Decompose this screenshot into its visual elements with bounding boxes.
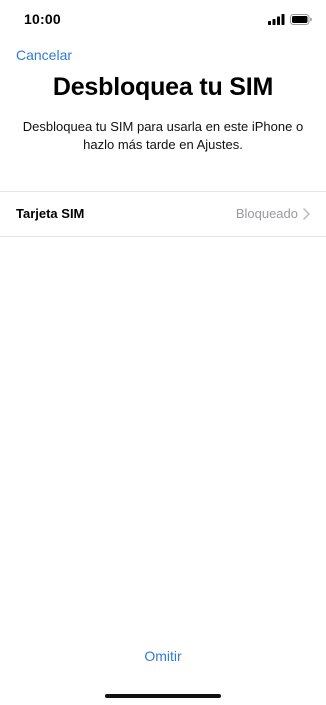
status-icons: [268, 13, 312, 25]
page-title: Desbloquea tu SIM: [52, 73, 274, 101]
home-indicator[interactable]: [105, 694, 221, 698]
page-description: Desbloquea tu SIM para usarla en este iP…: [22, 119, 304, 152]
sim-card-row[interactable]: Tarjeta SIM Bloqueado: [0, 191, 326, 237]
sim-card-label: Tarjeta SIM: [16, 206, 85, 221]
cancel-button[interactable]: Cancelar: [16, 47, 72, 63]
status-bar: 10:00: [0, 0, 326, 40]
battery-full-icon: [290, 13, 312, 25]
status-time: 10:00: [24, 11, 61, 27]
skip-button[interactable]: Omitir: [0, 648, 326, 664]
cellular-signal-icon: [268, 13, 285, 25]
chevron-right-icon: [303, 208, 310, 220]
sim-status-value: Bloqueado: [235, 206, 298, 221]
